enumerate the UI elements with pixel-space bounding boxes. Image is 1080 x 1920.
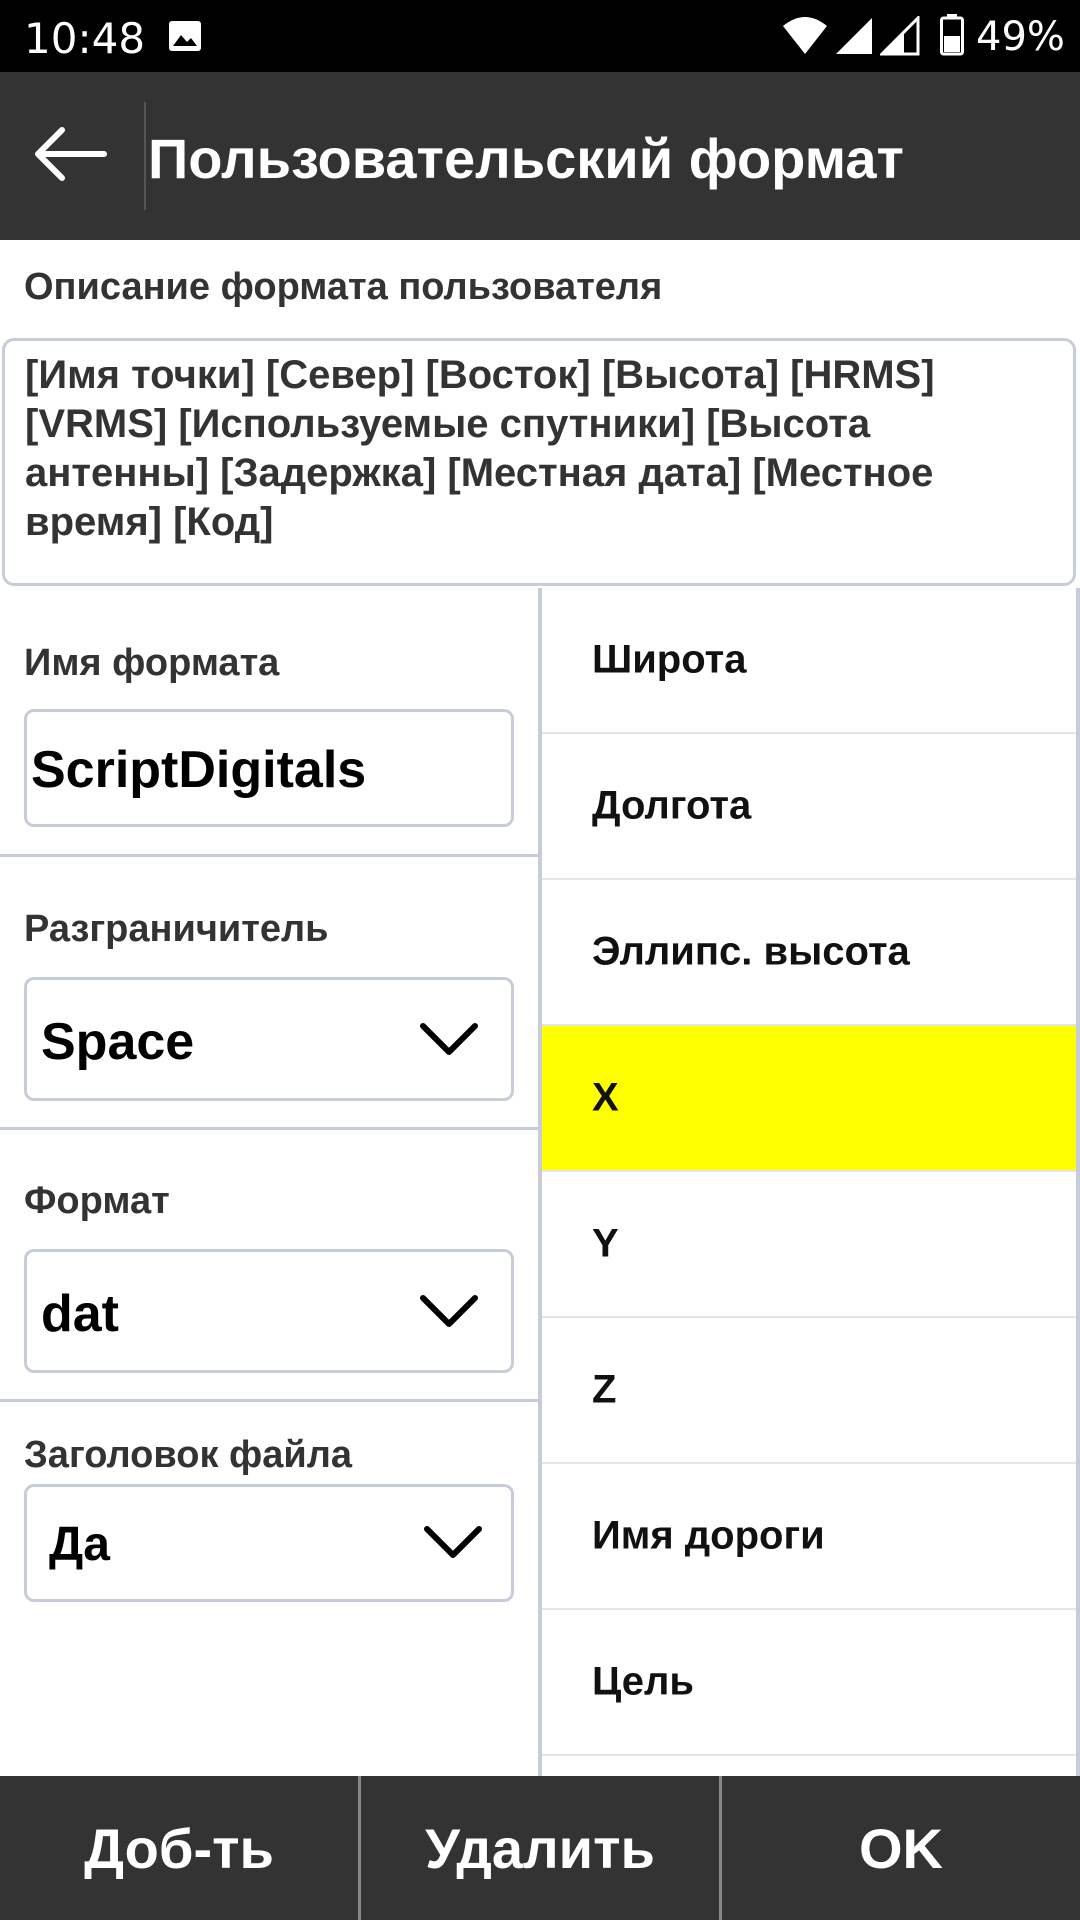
file-header-select[interactable]: Да bbox=[24, 1484, 514, 1602]
delimiter-value: Space bbox=[41, 1013, 195, 1071]
list-item-label: Z bbox=[592, 1367, 617, 1412]
bottom-action-bar: Доб-ть Удалить OK bbox=[0, 1776, 1080, 1920]
list-item[interactable]: Z bbox=[542, 1318, 1078, 1464]
format-name-input[interactable]: ScriptDigitals bbox=[24, 709, 514, 827]
page-title: Пользовательский формат bbox=[148, 127, 904, 190]
list-item-label: Y bbox=[592, 1221, 619, 1266]
list-item-selected[interactable]: X bbox=[542, 1026, 1078, 1172]
format-settings-panel: Имя формата ScriptDigitals Разграничител… bbox=[0, 588, 538, 1776]
description-label: Описание формата пользователя bbox=[24, 266, 663, 308]
list-item-label: X bbox=[592, 1075, 619, 1120]
list-item[interactable]: Эллипс. высота bbox=[542, 880, 1078, 1026]
chevron-down-icon bbox=[420, 1023, 478, 1055]
image-icon bbox=[169, 21, 201, 51]
list-item[interactable]: Цель bbox=[542, 1610, 1078, 1756]
divider bbox=[0, 854, 538, 857]
cell-signal-icon bbox=[880, 16, 920, 56]
battery-icon bbox=[940, 14, 964, 56]
list-item[interactable]: Долгота bbox=[542, 734, 1078, 880]
delimiter-select[interactable]: Space bbox=[24, 977, 514, 1101]
format-name-label: Имя формата bbox=[24, 642, 280, 684]
arrow-left-icon bbox=[35, 127, 107, 181]
list-item[interactable]: Y bbox=[542, 1172, 1078, 1318]
description-field[interactable]: [Имя точки] [Север] [Восток] [Высота] [H… bbox=[2, 338, 1076, 586]
ok-button[interactable]: OK bbox=[722, 1776, 1080, 1920]
list-item[interactable]: Имя дороги bbox=[542, 1464, 1078, 1610]
format-label: Формат bbox=[24, 1180, 170, 1222]
cell-signal-icon bbox=[836, 18, 872, 54]
list-item-label: Широта bbox=[592, 637, 747, 682]
format-value: dat bbox=[41, 1285, 119, 1343]
list-edge bbox=[1076, 588, 1080, 1776]
wifi-icon bbox=[783, 17, 827, 54]
list-item[interactable]: Широта bbox=[542, 588, 1078, 734]
status-time: 10:48 bbox=[24, 14, 146, 63]
app-bar-divider bbox=[144, 102, 146, 210]
app-bar: Пользовательский формат bbox=[0, 72, 1080, 240]
list-item-label: Цель bbox=[592, 1659, 694, 1704]
list-item-label: Долгота bbox=[592, 783, 752, 828]
file-header-value: Да bbox=[49, 1518, 110, 1571]
divider bbox=[0, 1127, 538, 1130]
list-item-label: Эллипс. высота bbox=[592, 929, 910, 974]
format-select[interactable]: dat bbox=[24, 1249, 514, 1373]
delete-button[interactable]: Удалить bbox=[361, 1776, 719, 1920]
list-item-label: Имя дороги bbox=[592, 1513, 825, 1558]
delimiter-label: Разграничитель bbox=[24, 908, 329, 950]
divider bbox=[0, 1399, 538, 1402]
back-button[interactable] bbox=[20, 114, 120, 194]
chevron-down-icon bbox=[424, 1526, 482, 1558]
chevron-down-icon bbox=[420, 1295, 478, 1327]
status-bar: 10:48 49% bbox=[0, 0, 1080, 72]
file-header-label: Заголовок файла bbox=[24, 1434, 353, 1476]
battery-percent: 49% bbox=[976, 14, 1065, 60]
add-button[interactable]: Доб-ть bbox=[0, 1776, 358, 1920]
fields-list[interactable]: Широта Долгота Эллипс. высота X Y Z Имя … bbox=[542, 588, 1078, 1776]
format-name-value: ScriptDigitals bbox=[31, 741, 367, 799]
